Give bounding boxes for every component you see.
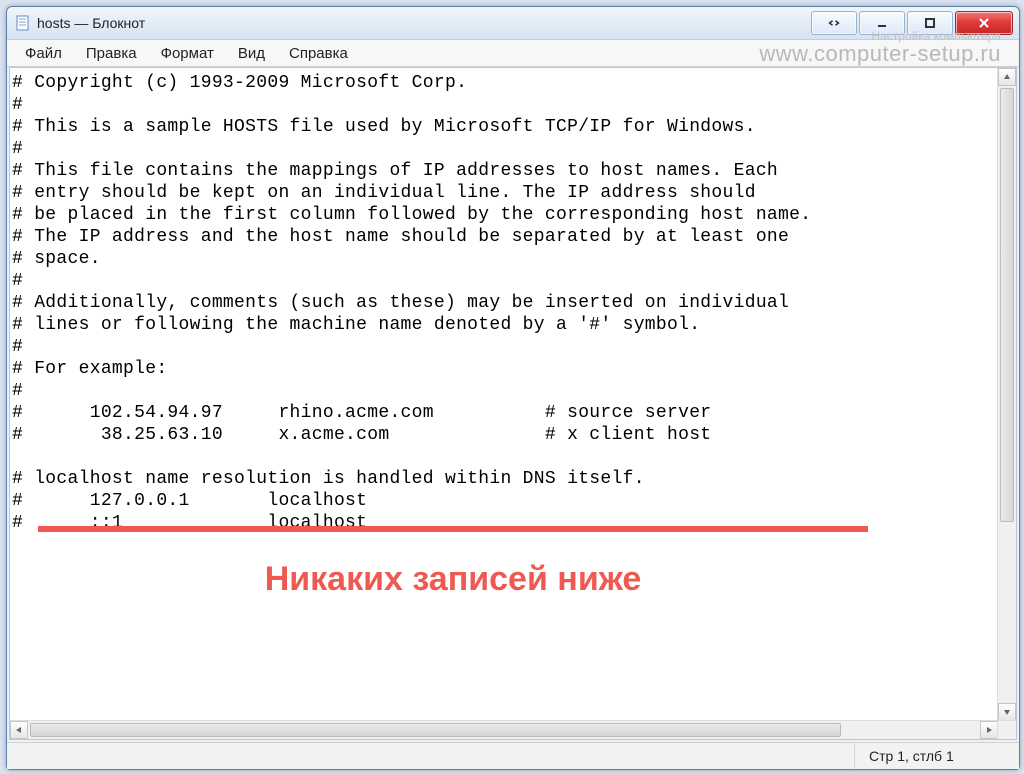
menu-format[interactable]: Формат — [149, 43, 226, 64]
scroll-right-button[interactable] — [980, 721, 998, 739]
scroll-up-button[interactable] — [998, 68, 1016, 86]
horizontal-scrollbar[interactable] — [10, 720, 998, 739]
menu-file[interactable]: Файл — [13, 43, 74, 64]
scroll-down-button[interactable] — [998, 703, 1016, 721]
notepad-icon — [15, 15, 31, 31]
hscroll-track[interactable] — [28, 721, 980, 739]
annotation-overlay: Никаких записей ниже — [38, 526, 868, 599]
close-button[interactable] — [955, 11, 1013, 35]
menu-edit[interactable]: Правка — [74, 43, 149, 64]
scroll-left-button[interactable] — [10, 721, 28, 739]
nav-button[interactable] — [811, 11, 857, 35]
statusbar: Стр 1, стлб 1 — [7, 742, 1019, 769]
notepad-window: hosts — Блокнот Файл Правка Формат Вид С… — [6, 6, 1020, 770]
menu-view[interactable]: Вид — [226, 43, 277, 64]
menubar: Файл Правка Формат Вид Справка Настройка… — [7, 40, 1019, 67]
vertical-scrollbar[interactable] — [997, 68, 1016, 721]
hscroll-thumb[interactable] — [30, 723, 841, 737]
status-position: Стр 1, стлб 1 — [854, 743, 1019, 769]
scroll-corner — [997, 720, 1016, 739]
text-content[interactable]: # Copyright (c) 1993-2009 Microsoft Corp… — [10, 68, 1016, 739]
editor-area: # Copyright (c) 1993-2009 Microsoft Corp… — [9, 67, 1017, 740]
watermark-url: www.computer-setup.ru — [759, 42, 1001, 65]
vscroll-thumb[interactable] — [1000, 88, 1014, 522]
titlebar[interactable]: hosts — Блокнот — [7, 7, 1019, 40]
menu-help[interactable]: Справка — [277, 43, 360, 64]
annotation-line — [38, 526, 868, 532]
maximize-button[interactable] — [907, 11, 953, 35]
minimize-button[interactable] — [859, 11, 905, 35]
annotation-text: Никаких записей ниже — [38, 560, 868, 599]
vscroll-track[interactable] — [998, 86, 1016, 703]
window-controls — [811, 11, 1013, 35]
window-title: hosts — Блокнот — [37, 15, 145, 31]
